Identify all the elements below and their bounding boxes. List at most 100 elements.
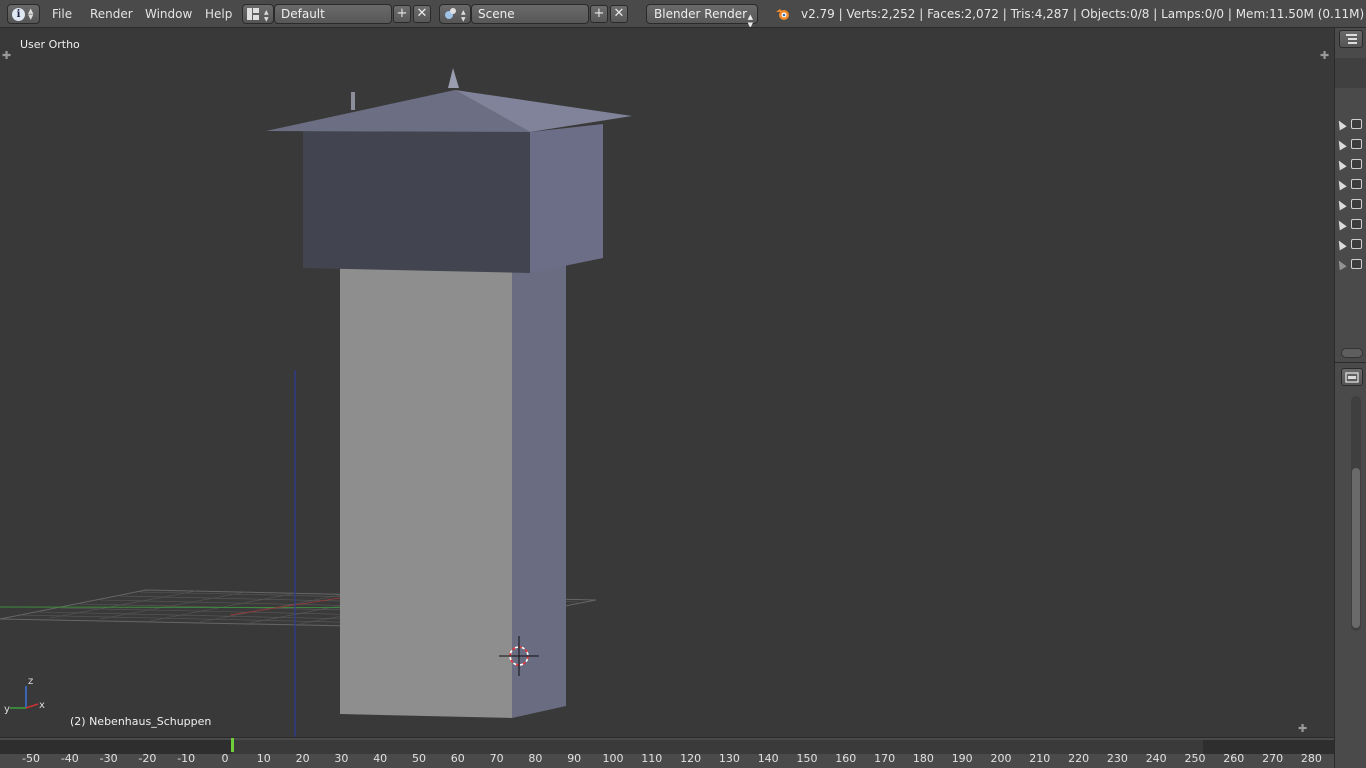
add-scene-button[interactable]: + <box>590 5 608 23</box>
outliner-scrollbar-h[interactable] <box>1341 348 1363 358</box>
screen-layout-field[interactable]: Default <box>274 4 392 24</box>
active-object-label: (2) Nebenhaus_Schuppen <box>70 715 212 728</box>
menu-file[interactable]: File <box>52 7 72 21</box>
timeline-tick-label: 110 <box>641 752 663 765</box>
info-icon: i <box>12 7 25 21</box>
roof-chimney <box>351 92 355 110</box>
render-camera-icon[interactable] <box>1351 159 1362 169</box>
timeline-tick-label: 80 <box>528 752 543 765</box>
svg-text:▲: ▲ <box>461 9 466 16</box>
timeline-tick-label: -50 <box>22 752 40 765</box>
timeline-tick-label: 170 <box>874 752 896 765</box>
timeline-tick-label: 190 <box>951 752 973 765</box>
timeline-tick-label: 40 <box>373 752 388 765</box>
timeline-playhead[interactable] <box>230 738 234 752</box>
timeline-tick-label: 150 <box>796 752 818 765</box>
roof-spire <box>448 68 459 88</box>
outliner-editor-button[interactable] <box>1339 30 1363 48</box>
render-camera-icon[interactable] <box>1351 199 1362 209</box>
timeline-tick-label: 120 <box>680 752 702 765</box>
gizmo-y-label: y <box>4 704 10 715</box>
tower-head-side <box>530 124 603 273</box>
selectable-cursor-icon[interactable] <box>1335 158 1347 170</box>
up-down-arrows-icon: ▲ ▼ <box>28 7 34 21</box>
outliner-row[interactable] <box>1335 237 1365 251</box>
selectable-cursor-icon[interactable] <box>1335 258 1347 270</box>
render-camera-icon[interactable] <box>1351 139 1362 149</box>
render-engine-label: Blender Render <box>654 7 748 21</box>
panel-divider <box>1335 362 1366 363</box>
outliner-row[interactable] <box>1335 137 1365 151</box>
tower-front-face <box>340 268 512 718</box>
timeline-tick-label: 100 <box>602 752 624 765</box>
timeline[interactable]: -50 -40 -30 -20 -10 0 10 20 30 40 50 60 70 80 90 100 110… <box>0 737 1334 768</box>
menu-window[interactable]: Window <box>145 7 192 21</box>
region-toggle-bottom-icon[interactable]: ✚ <box>1298 722 1307 735</box>
properties-scrollbar[interactable] <box>1352 468 1360 628</box>
outliner-row[interactable] <box>1335 157 1365 171</box>
add-screen-button[interactable]: + <box>393 5 411 23</box>
timeline-tick-label: 270 <box>1262 752 1284 765</box>
timeline-tick-label: -10 <box>177 752 196 765</box>
selectable-cursor-icon[interactable] <box>1335 138 1347 150</box>
outliner-row[interactable] <box>1335 257 1365 271</box>
timeline-tick-label: 0 <box>221 752 229 765</box>
selectable-cursor-icon[interactable] <box>1335 118 1347 130</box>
selectable-cursor-icon[interactable] <box>1335 198 1347 210</box>
render-camera-icon[interactable] <box>1351 239 1362 249</box>
timeline-tick-label: 20 <box>295 752 310 765</box>
region-toggle-right-icon[interactable]: ✚ <box>1320 49 1329 62</box>
timeline-tick-label: 160 <box>835 752 857 765</box>
timeline-tick-label: 200 <box>990 752 1012 765</box>
scene-field[interactable]: Scene <box>471 4 589 24</box>
3d-viewport[interactable]: z y x User Ortho (2) Nebenhaus_Schuppen … <box>0 28 1334 737</box>
timeline-tick-label: 90 <box>567 752 582 765</box>
outliner-row[interactable] <box>1335 197 1365 211</box>
selectable-cursor-icon[interactable] <box>1335 238 1347 250</box>
scene-stats: v2.79 | Verts:2,252 | Faces:2,072 | Tris… <box>801 7 1366 21</box>
properties-editor-button[interactable] <box>1341 368 1363 386</box>
svg-text:▼: ▼ <box>461 16 466 23</box>
screen-layout-icon-button[interactable]: ▲ ▼ <box>242 4 274 24</box>
outliner-panel[interactable] <box>1334 28 1366 768</box>
render-camera-icon[interactable] <box>1351 259 1362 269</box>
info-header: i ▲ ▼ File Render Window Help ▲ ▼ Default… <box>0 0 1366 28</box>
chevron-updown-icon: ▲ ▼ <box>747 13 753 28</box>
timeline-tick-label: 10 <box>256 752 271 765</box>
outliner-row[interactable] <box>1335 117 1365 131</box>
timeline-tick-label: 140 <box>757 752 779 765</box>
region-toggle-left-icon[interactable]: ✚ <box>2 49 11 62</box>
outliner-row[interactable] <box>1335 217 1365 231</box>
viewport-scene: z y x <box>0 68 632 737</box>
menu-render[interactable]: Render <box>90 7 133 21</box>
selectable-cursor-icon[interactable] <box>1335 218 1347 230</box>
editor-type-selector[interactable]: i ▲ ▼ <box>7 4 40 24</box>
remove-scene-button[interactable]: ✕ <box>610 5 628 23</box>
selectable-cursor-icon[interactable] <box>1335 178 1347 190</box>
render-camera-icon[interactable] <box>1351 179 1362 189</box>
timeline-tick-label: 60 <box>450 752 465 765</box>
outliner-row[interactable] <box>1335 177 1365 191</box>
timeline-tick-label: -30 <box>99 752 118 765</box>
timeline-tick-label: -40 <box>60 752 79 765</box>
gizmo-z-label: z <box>28 676 33 687</box>
layout-grid-icon: ▲ ▼ <box>247 8 269 23</box>
tower-head-front <box>303 128 530 273</box>
menu-help[interactable]: Help <box>205 7 232 21</box>
render-camera-icon[interactable] <box>1351 219 1362 229</box>
scene-icon-button[interactable]: ▲ ▼ <box>439 4 471 24</box>
timeline-tick-label: -20 <box>138 752 157 765</box>
remove-screen-button[interactable]: ✕ <box>413 5 431 23</box>
render-camera-icon[interactable] <box>1351 119 1362 129</box>
timeline-tick-label: 230 <box>1106 752 1128 765</box>
scene-icon: ▲ ▼ <box>445 8 466 23</box>
gizmo-x-label: x <box>39 700 45 711</box>
axis-gizmo: z y x <box>4 676 45 715</box>
properties-icon <box>1345 372 1359 383</box>
svg-text:▼: ▼ <box>264 16 269 23</box>
timeline-tick-label: 240 <box>1145 752 1167 765</box>
tower-side-face <box>512 261 566 718</box>
outliner-icon <box>1346 34 1357 44</box>
render-engine-dropdown[interactable]: Blender Render ▲ ▼ <box>646 4 758 27</box>
timeline-tick-label: 50 <box>412 752 426 765</box>
